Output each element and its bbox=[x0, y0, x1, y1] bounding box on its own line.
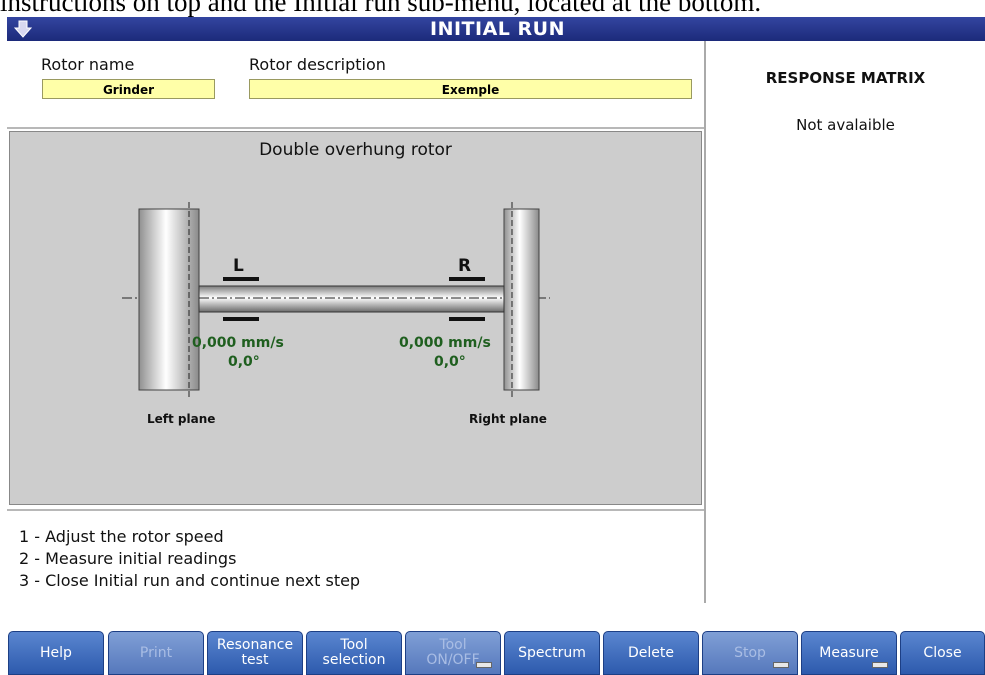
resonance-test-button[interactable]: Resonance test bbox=[207, 631, 303, 675]
window-title: INITIAL RUN bbox=[430, 18, 565, 40]
rotor-drawing: L R 0,000 mm/s 0,0° 0,000 mm/s 0,0° Left… bbox=[122, 202, 550, 426]
delete-button-label: Delete bbox=[628, 644, 674, 661]
instructions-list: 1 - Adjust the rotor speed 2 - Measure i… bbox=[19, 526, 360, 592]
response-matrix-status: Not avalaible bbox=[796, 116, 895, 134]
document-caption: instructions on top and the Initial run … bbox=[0, 0, 762, 17]
rotor-description-label: Rotor description bbox=[249, 55, 386, 74]
right-disc bbox=[503, 208, 540, 391]
response-matrix-title: RESPONSE MATRIX bbox=[765, 69, 926, 87]
instruction-item: 2 - Measure initial readings bbox=[19, 549, 237, 568]
bottom-toolbar: Help Print Resonance test Tool selection T… bbox=[0, 603, 985, 675]
title-bar: INITIAL RUN bbox=[7, 17, 985, 41]
rotor-diagram: Double overhung rotor L R 0,000 mm/s 0,0… bbox=[9, 131, 702, 505]
left-bearing-bottom bbox=[223, 317, 259, 321]
measure-button[interactable]: Measure bbox=[801, 631, 897, 675]
stop-indicator-icon bbox=[773, 662, 789, 668]
separator bbox=[7, 509, 704, 511]
help-button-label: Help bbox=[40, 644, 72, 661]
right-phase: 0,0° bbox=[434, 354, 466, 370]
rotor-name-field[interactable]: Grinder bbox=[42, 79, 215, 99]
separator bbox=[7, 127, 704, 129]
help-button[interactable]: Help bbox=[8, 631, 104, 675]
right-bearing-bottom bbox=[449, 317, 485, 321]
rotor-description-field[interactable]: Exemple bbox=[249, 79, 692, 99]
spectrum-button[interactable]: Spectrum bbox=[504, 631, 600, 675]
tool-selection-label-1: Tool bbox=[340, 637, 368, 653]
delete-button[interactable]: Delete bbox=[603, 631, 699, 675]
tool-selection-label-2: selection bbox=[322, 652, 386, 668]
resonance-label-2: test bbox=[241, 652, 269, 668]
left-plane-label: Left plane bbox=[147, 412, 215, 426]
close-button-label: Close bbox=[923, 644, 962, 661]
tool-onoff-label-1: Tool bbox=[439, 637, 467, 653]
tool-onoff-button[interactable]: Tool ON/OFF bbox=[405, 631, 501, 675]
spectrum-button-label: Spectrum bbox=[518, 644, 586, 661]
resonance-label-1: Resonance bbox=[216, 637, 294, 653]
response-matrix-panel: RESPONSE MATRIX Not avalaible bbox=[706, 41, 985, 603]
stop-button[interactable]: Stop bbox=[702, 631, 798, 675]
close-button[interactable]: Close bbox=[900, 631, 985, 675]
measure-indicator-icon bbox=[872, 662, 888, 668]
tool-onoff-label-2: ON/OFF bbox=[426, 652, 480, 668]
left-disc bbox=[138, 208, 200, 391]
shaft bbox=[198, 285, 505, 313]
right-velocity: 0,000 mm/s bbox=[399, 335, 491, 351]
stop-button-label: Stop bbox=[734, 644, 766, 661]
left-bearing-top bbox=[223, 277, 259, 281]
left-velocity: 0,000 mm/s bbox=[192, 335, 284, 351]
left-bearing-label: L bbox=[233, 256, 244, 276]
right-plane-label: Right plane bbox=[469, 412, 547, 426]
left-phase: 0,0° bbox=[228, 354, 260, 370]
main-panel: Rotor name Grinder Rotor description Exe… bbox=[7, 41, 706, 603]
print-button[interactable]: Print bbox=[108, 631, 204, 675]
tool-selection-button[interactable]: Tool selection bbox=[306, 631, 402, 675]
instruction-item: 1 - Adjust the rotor speed bbox=[19, 527, 224, 546]
rotor-name-label: Rotor name bbox=[41, 55, 135, 74]
toggle-indicator-icon bbox=[476, 662, 492, 668]
right-bearing-label: R bbox=[458, 256, 471, 276]
measure-button-label: Measure bbox=[819, 644, 879, 661]
print-button-label: Print bbox=[139, 644, 173, 661]
instruction-item: 3 - Close Initial run and continue next … bbox=[19, 571, 361, 590]
right-bearing-top bbox=[449, 277, 485, 281]
